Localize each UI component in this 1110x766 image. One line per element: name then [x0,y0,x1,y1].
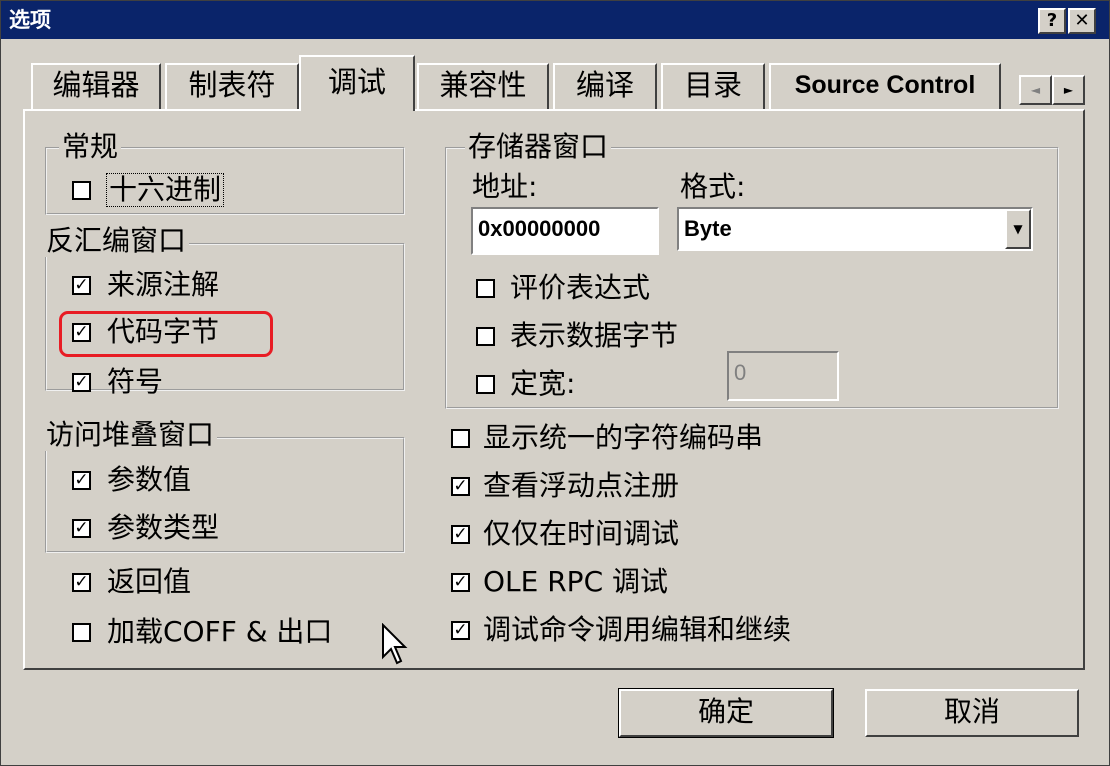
float-registers-label[interactable]: 查看浮动点注册 [483,470,679,502]
close-button[interactable]: ✕ [1068,8,1096,34]
load-coff-checkbox[interactable]: ✓ [72,623,91,642]
check-mark-icon: ✓ [453,476,468,496]
symbols-checkbox[interactable]: ✓ [72,373,91,392]
tab-compile[interactable]: 编译 [553,63,657,109]
check-mark-icon: ✓ [74,275,89,295]
check-mark-icon: ✓ [74,518,89,538]
check-mark-icon: ✓ [453,524,468,544]
jit-debug-label[interactable]: 仅仅在时间调试 [483,518,679,550]
format-value: Byte [684,216,732,241]
param-types-label[interactable]: 参数类型 [107,512,219,544]
ole-rpc-label[interactable]: OLE RPC 调试 [483,566,668,598]
source-annotation-label[interactable]: 来源注解 [107,269,219,301]
ole-rpc-checkbox[interactable]: ✓ [451,573,470,592]
param-types-checkbox[interactable]: ✓ [72,519,91,538]
edit-continue-label[interactable]: 调试命令调用编辑和继续 [483,614,791,646]
address-input[interactable]: 0x00000000 [471,207,659,255]
float-registers-checkbox[interactable]: ✓ [451,477,470,496]
edit-continue-checkbox[interactable]: ✓ [451,621,470,640]
fixed-width-checkbox[interactable]: ✓ [476,375,495,394]
highlight-box [59,311,273,357]
cancel-button[interactable]: 取消 [865,689,1079,737]
help-button[interactable]: ? [1038,8,1066,34]
mouse-cursor-icon [382,623,408,665]
address-value: 0x00000000 [478,216,601,241]
fixed-width-label[interactable]: 定宽: [510,368,575,400]
unicode-strings-label[interactable]: 显示统一的字符编码串 [483,422,763,454]
tab-tabs[interactable]: 制表符 [165,63,299,109]
tab-debug[interactable]: 调试 [299,55,415,111]
check-mark-icon: ✓ [74,470,89,490]
hex-label[interactable]: 十六进制 [105,173,225,207]
chevron-down-icon[interactable]: ▼ [1005,209,1031,249]
unicode-strings-checkbox[interactable]: ✓ [451,429,470,448]
general-group-title: 常规 [59,131,122,163]
check-mark-icon: ✓ [453,572,468,592]
options-dialog: 选项 ? ✕ 编辑器 制表符 调试 兼容性 编译 目录 Source Contr… [0,0,1110,766]
tab-scroller: ◄ ► [1019,75,1085,105]
window-title: 选项 [9,8,51,32]
debug-tab-panel: 常规 ✓ 十六进制 反汇编窗口 ✓ 来源注解 ✓ 代码字节 ✓ 符号 访问堆叠窗… [23,109,1085,670]
title-bar[interactable]: 选项 ? ✕ [1,1,1109,39]
data-bytes-checkbox[interactable]: ✓ [476,327,495,346]
tab-directories[interactable]: 目录 [661,63,765,109]
param-values-label[interactable]: 参数值 [107,464,191,496]
tab-scroll-left-icon[interactable]: ◄ [1019,75,1052,105]
ok-button[interactable]: 确定 [618,688,834,738]
fixed-width-value: 0 [734,360,747,385]
format-select[interactable]: Byte ▼ [677,207,1033,251]
tab-compatibility[interactable]: 兼容性 [417,63,549,109]
tab-source-control[interactable]: Source Control [769,63,1001,109]
check-mark-icon: ✓ [74,372,89,392]
tab-editor[interactable]: 编辑器 [31,63,161,109]
callstack-group [45,437,405,553]
symbols-label[interactable]: 符号 [107,366,163,398]
close-icon: ✕ [1074,10,1090,31]
load-coff-label[interactable]: 加载COFF & 出口 [107,616,332,648]
eval-expr-checkbox[interactable]: ✓ [476,279,495,298]
memory-group-title: 存储器窗口 [465,131,612,163]
eval-expr-label[interactable]: 评价表达式 [510,272,650,304]
callstack-group-title: 访问堆叠窗口 [43,419,218,451]
address-label: 地址: [472,170,538,203]
check-mark-icon: ✓ [453,620,468,640]
param-values-checkbox[interactable]: ✓ [72,471,91,490]
jit-debug-checkbox[interactable]: ✓ [451,525,470,544]
disasm-group-title: 反汇编窗口 [43,225,190,257]
return-value-checkbox[interactable]: ✓ [72,573,91,592]
tab-scroll-right-icon[interactable]: ► [1052,75,1085,105]
check-mark-icon: ✓ [74,572,89,592]
format-label: 格式: [680,170,746,203]
fixed-width-input[interactable]: 0 [727,351,839,401]
source-annotation-checkbox[interactable]: ✓ [72,276,91,295]
return-value-label[interactable]: 返回值 [107,566,191,598]
data-bytes-label[interactable]: 表示数据字节 [510,320,678,352]
hex-checkbox[interactable]: ✓ [72,181,91,200]
